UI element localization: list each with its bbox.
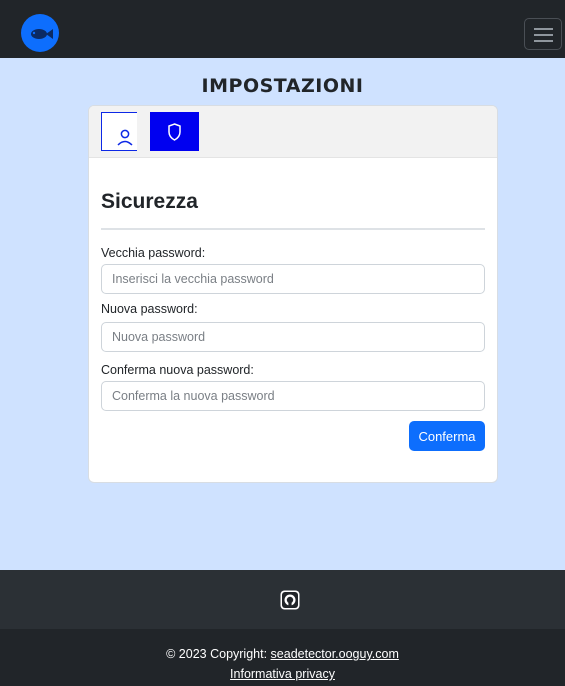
settings-card: Sicurezza Vecchia password: Nuova passwo… xyxy=(88,105,498,483)
copyright-link[interactable]: seadetector.ooguy.com xyxy=(271,647,399,661)
footer-copyright-bar: © 2023 Copyright: seadetector.ooguy.com … xyxy=(0,629,565,686)
settings-tabs xyxy=(89,106,497,158)
fish-logo-icon[interactable] xyxy=(21,14,59,52)
old-password-input[interactable] xyxy=(101,264,485,294)
hamburger-menu-icon[interactable] xyxy=(524,18,562,50)
old-password-label: Vecchia password: xyxy=(101,246,206,260)
github-icon[interactable] xyxy=(280,590,300,610)
shield-icon xyxy=(168,123,181,141)
divider xyxy=(101,228,485,230)
new-password-input[interactable] xyxy=(101,322,485,352)
confirm-button[interactable]: Conferma xyxy=(409,421,485,451)
user-icon xyxy=(117,129,133,146)
confirm-password-input[interactable] xyxy=(101,381,485,411)
confirm-password-label: Conferma nuova password: xyxy=(101,363,254,377)
copyright: © 2023 Copyright: seadetector.ooguy.com xyxy=(0,647,565,661)
tab-security[interactable] xyxy=(150,112,199,151)
privacy-link[interactable]: Informativa privacy xyxy=(0,667,565,681)
copyright-text: © 2023 Copyright: xyxy=(166,647,271,661)
page-title: IMPOSTAZIONI xyxy=(201,75,364,97)
tab-profile[interactable] xyxy=(101,112,137,151)
top-navbar xyxy=(0,0,565,58)
new-password-label: Nuova password: xyxy=(101,302,198,316)
section-title: Sicurezza xyxy=(101,190,198,213)
